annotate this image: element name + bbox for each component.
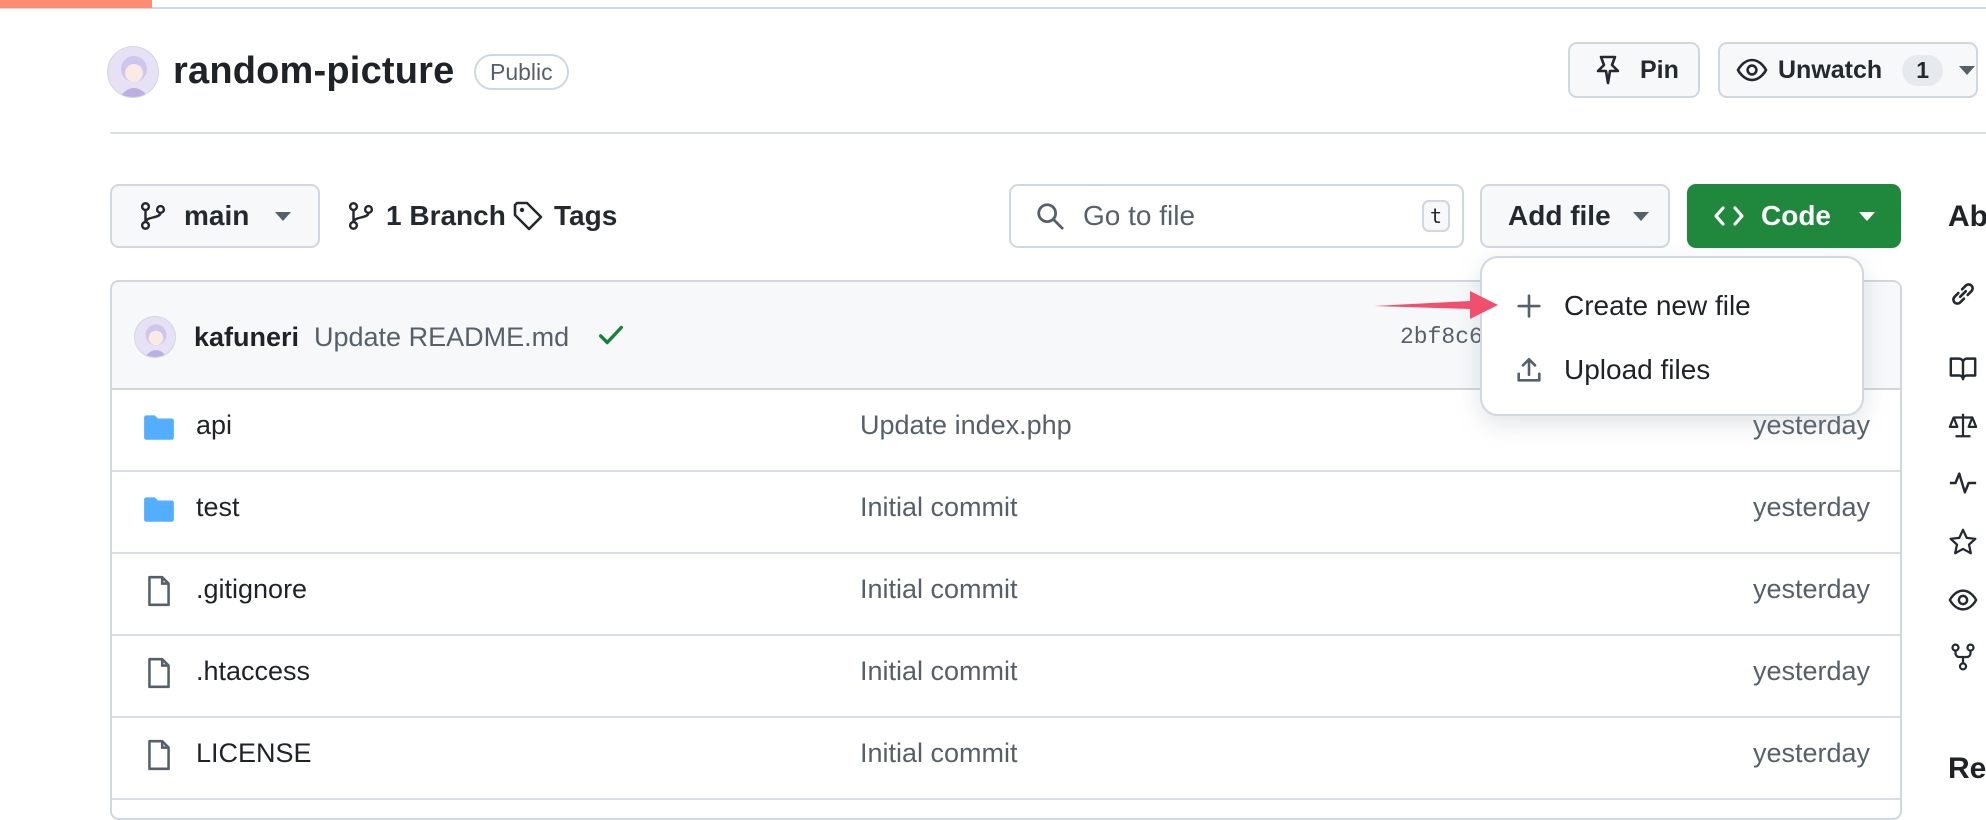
star-icon[interactable] xyxy=(1948,527,1978,557)
table-row[interactable]: .htaccess Initial commit yesterday xyxy=(112,634,1900,718)
table-row[interactable]: LICENSE Initial commit yesterday xyxy=(112,716,1900,800)
branches-link[interactable]: 1 Branch xyxy=(346,196,506,236)
file-commit-message[interactable]: Initial commit xyxy=(860,492,1018,523)
releases-heading: Re xyxy=(1948,752,1986,785)
header-divider xyxy=(110,132,1986,134)
upload-files-menu-item[interactable]: Upload files xyxy=(1482,340,1862,400)
branch-name: main xyxy=(184,200,250,231)
create-new-file-menu-item[interactable]: Create new file xyxy=(1482,276,1862,336)
file-date: yesterday xyxy=(1752,656,1870,686)
file-name[interactable]: test xyxy=(196,492,240,523)
folder-icon xyxy=(144,415,174,440)
code-label: Code xyxy=(1761,200,1831,231)
pin-button[interactable]: Pin xyxy=(1568,42,1700,98)
search-icon xyxy=(1037,203,1064,230)
folder-icon xyxy=(144,497,174,522)
file-date: yesterday xyxy=(1752,574,1870,604)
menu-item-label: Upload files xyxy=(1564,354,1711,385)
unwatch-label: Unwatch xyxy=(1778,55,1883,84)
top-border xyxy=(0,7,1986,9)
repo-name[interactable]: random-picture xyxy=(173,50,455,93)
table-row[interactable]: .gitignore Initial commit yesterday xyxy=(112,552,1900,636)
branch-select[interactable]: main xyxy=(110,184,320,248)
chevron-down-icon[interactable] xyxy=(1958,65,1975,75)
scale-icon[interactable] xyxy=(1948,410,1978,440)
pin-label: Pin xyxy=(1640,55,1679,84)
table-row[interactable]: test Initial commit yesterday xyxy=(112,470,1900,554)
book-icon[interactable] xyxy=(1948,353,1978,383)
eye-icon[interactable] xyxy=(1948,585,1978,615)
tag-icon xyxy=(513,201,543,231)
file-name[interactable]: .gitignore xyxy=(196,574,307,605)
watch-count: 1 xyxy=(1902,54,1943,86)
git-branch-icon xyxy=(140,202,166,230)
file-date: yesterday xyxy=(1752,492,1870,522)
pin-icon xyxy=(1596,55,1620,85)
file-icon xyxy=(148,575,170,607)
visibility-badge: Public xyxy=(474,54,569,90)
pulse-icon[interactable] xyxy=(1948,468,1978,498)
tags-label: Tags xyxy=(554,200,618,231)
chevron-down-icon xyxy=(275,211,292,221)
file-commit-message[interactable]: Initial commit xyxy=(860,656,1018,687)
chevron-down-icon xyxy=(1859,211,1875,221)
go-to-file-input[interactable]: Go to file t xyxy=(1009,184,1464,248)
file-commit-message[interactable]: Update index.php xyxy=(860,410,1072,441)
file-commit-message[interactable]: Initial commit xyxy=(860,574,1018,605)
file-commit-message[interactable]: Initial commit xyxy=(860,738,1018,769)
unwatch-button[interactable]: Unwatch 1 xyxy=(1718,42,1978,98)
annotation-arrow xyxy=(1374,291,1498,319)
file-date: yesterday xyxy=(1752,738,1870,768)
commit-message[interactable]: Update README.md xyxy=(314,322,569,353)
file-name[interactable]: .htaccess xyxy=(196,656,310,687)
search-placeholder: Go to file xyxy=(1083,200,1196,231)
commit-author[interactable]: kafuneri xyxy=(194,322,299,353)
plus-icon xyxy=(1517,294,1541,318)
file-name[interactable]: api xyxy=(196,410,232,441)
file-name[interactable]: LICENSE xyxy=(196,738,312,769)
chevron-down-icon xyxy=(1632,211,1649,221)
git-branch-icon xyxy=(348,202,374,230)
tags-link[interactable]: Tags xyxy=(512,196,617,236)
keyboard-shortcut: t xyxy=(1422,200,1450,232)
link-icon[interactable] xyxy=(1948,279,1978,309)
commit-author-avatar[interactable] xyxy=(134,316,176,358)
repo-owner-avatar[interactable] xyxy=(107,46,159,98)
branch-count: 1 Branch xyxy=(386,200,506,231)
code-icon xyxy=(1714,206,1744,226)
add-file-button[interactable]: Add file xyxy=(1480,184,1670,248)
file-icon xyxy=(148,657,170,689)
add-file-menu: Create new file Upload files xyxy=(1480,256,1864,416)
about-heading: Ab xyxy=(1948,200,1986,233)
page-load-progress xyxy=(0,0,152,8)
upload-icon xyxy=(1517,358,1541,382)
code-button[interactable]: Code xyxy=(1687,184,1901,248)
fork-icon[interactable] xyxy=(1948,642,1978,672)
menu-item-label: Create new file xyxy=(1564,290,1751,321)
add-file-label: Add file xyxy=(1508,200,1611,231)
check-icon[interactable] xyxy=(596,320,626,350)
file-icon xyxy=(148,739,170,771)
eye-icon xyxy=(1736,58,1768,82)
